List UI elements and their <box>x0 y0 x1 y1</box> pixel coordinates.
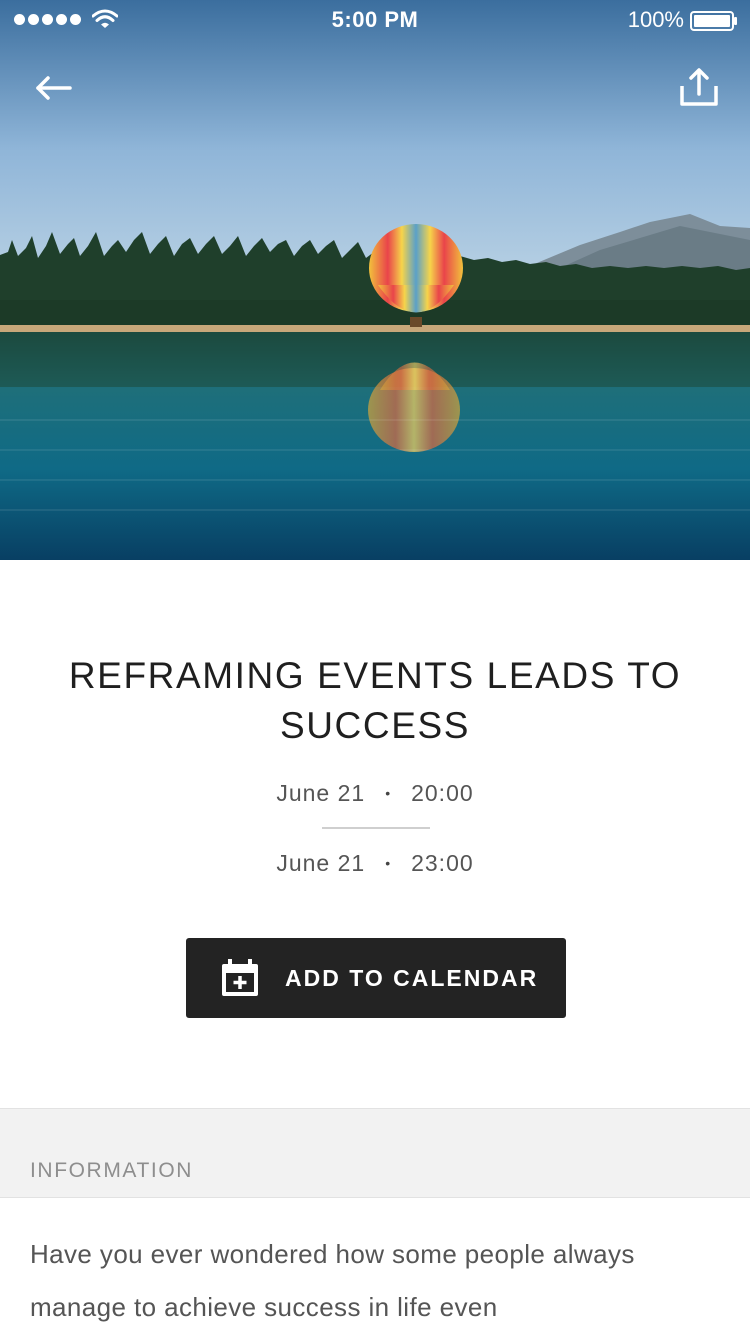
add-to-calendar-label: ADD TO CALENDAR <box>285 965 539 991</box>
back-button[interactable] <box>30 68 78 108</box>
start-time: 20:00 <box>411 780 474 806</box>
separator-dot: • <box>385 785 392 801</box>
information-header: INFORMATION <box>30 1159 194 1182</box>
event-title: REFRAMING EVENTS LEADS TO SUCCESS <box>68 655 682 746</box>
time-divider <box>322 827 430 829</box>
start-datetime: June 21 • 20:00 <box>0 780 750 807</box>
end-time: 23:00 <box>411 850 474 876</box>
share-button[interactable] <box>678 66 720 110</box>
add-to-calendar-button[interactable]: ADD TO CALENDAR <box>186 938 566 1018</box>
information-section-header: INFORMATION <box>0 1108 750 1198</box>
start-date: June 21 <box>276 780 366 806</box>
share-upload-icon <box>680 68 718 106</box>
separator-dot: • <box>385 855 392 871</box>
hot-air-balloon-photo <box>0 0 750 560</box>
end-datetime: June 21 • 23:00 <box>0 850 750 877</box>
battery-percent: 100% <box>627 7 684 32</box>
end-date: June 21 <box>276 850 366 876</box>
arrow-left-icon <box>36 76 72 100</box>
hero-image <box>0 0 750 560</box>
calendar-plus-icon <box>222 959 258 996</box>
status-bar: 5:00 PM 100% <box>0 0 750 40</box>
information-body: Have you ever wondered how some people a… <box>30 1239 635 1322</box>
battery-icon <box>690 11 737 31</box>
